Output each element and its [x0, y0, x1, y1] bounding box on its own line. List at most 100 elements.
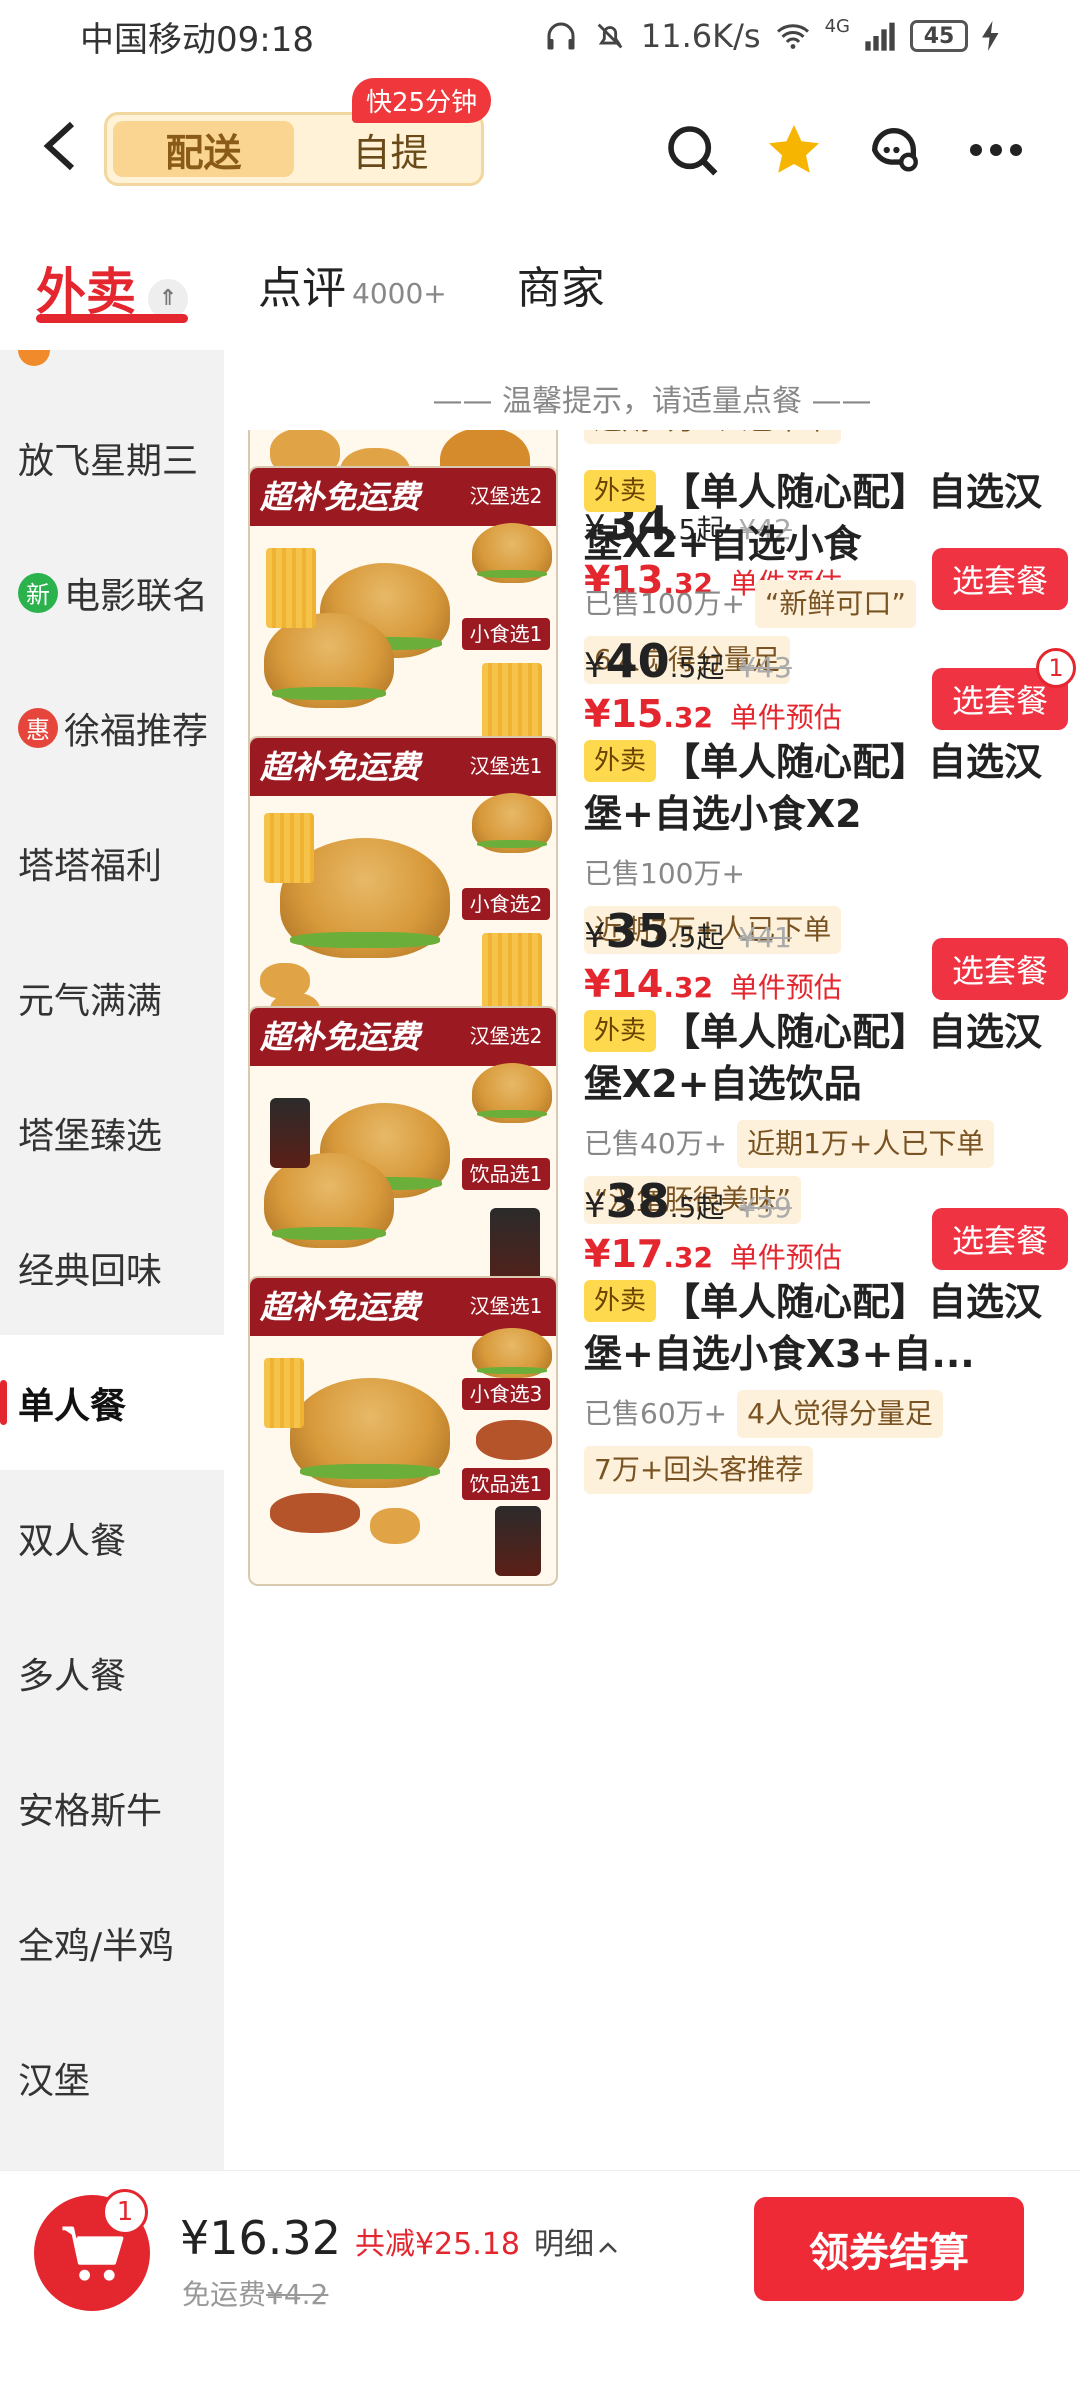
est-label: 单件预估 — [729, 971, 842, 1004]
sold-count: 已售40万+ — [584, 1127, 728, 1160]
sidebar-item-energy[interactable]: 元气满满 — [0, 930, 224, 1065]
select-set-button[interactable]: 选套餐 — [932, 1208, 1068, 1270]
sidebar-item-classic[interactable]: 经典回味 — [0, 1200, 224, 1335]
more-dots-icon — [970, 144, 1022, 156]
wings-shape — [270, 1493, 360, 1533]
product-image[interactable]: 超补免运费 汉堡选2 饮品选1 — [248, 1006, 558, 1316]
sidebar-item-label: 经典回味 — [18, 1250, 163, 1292]
sidebar-item-label: 塔堡臻选 — [18, 1115, 163, 1157]
product-tag: 近期1万+人已下单 — [737, 1120, 995, 1168]
chevron-up-icon — [599, 2242, 617, 2253]
carrier-time: 中国移动09:18 — [80, 19, 314, 60]
sidebar-item-wednesday[interactable]: 放飞星期三 — [0, 390, 224, 525]
sidebar-item-angus[interactable]: 安格斯牛 — [0, 1740, 224, 1875]
sidebar-item-group-meal[interactable]: 多人餐 — [0, 1605, 224, 1740]
collapse-up-icon[interactable]: ⇑ — [148, 278, 188, 319]
est-decimal: .32 — [663, 1241, 713, 1274]
sidebar-item-label: 汉堡 — [18, 2060, 91, 2102]
sidebar-item-label: 元气满满 — [18, 980, 163, 1022]
delivery-mode-toggle[interactable]: 配送 自提 — [104, 112, 484, 186]
sidebar-item-label: 双人餐 — [18, 1520, 127, 1562]
fries-shape — [264, 1358, 304, 1428]
product-title: 外卖 【单人随心配】自选汉堡X2+自选饮品 — [584, 1006, 1068, 1110]
wifi-icon — [776, 24, 809, 49]
option-label: 小食选3 — [462, 1378, 550, 1410]
est-yen: ¥ — [584, 692, 611, 736]
net-speed: 11.6K/s — [640, 17, 761, 55]
price-int: 35 — [605, 904, 670, 958]
sold-count: 已售60万+ — [584, 1397, 728, 1430]
drink-shape — [270, 1098, 310, 1168]
more-button[interactable] — [964, 118, 1028, 182]
product-image[interactable]: 超补免运费 汉堡选1 小食选3 饮品选1 — [248, 1276, 558, 1586]
option-label: 饮品选1 — [462, 1468, 550, 1500]
sidebar-item-welfare[interactable]: 塔塔福利 — [0, 795, 224, 930]
option-label: 小食选1 — [462, 618, 550, 650]
sidebar-item-burger[interactable]: 汉堡 — [0, 2010, 224, 2145]
price-row: ¥40.5起 ¥43 — [584, 634, 792, 688]
sidebar-item-recommend[interactable]: 惠徐福推荐 — [0, 660, 224, 795]
price-dec: .5起 — [669, 921, 725, 954]
cart-bar: 1 ¥16.32 共减¥25.18 明细 免运费¥4.2 领券结算 — [0, 2170, 1080, 2400]
sidebar-item-whole-chicken[interactable]: 全鸡/半鸡 — [0, 1875, 224, 2010]
customer-service-button[interactable] — [862, 118, 926, 182]
product-title: 外卖 【单人随心配】自选汉堡+自选小食X3+自... — [584, 1276, 1068, 1380]
mode-delivery[interactable]: 配送 — [113, 121, 294, 177]
total-discount: 共减¥25.18 — [354, 2227, 520, 2262]
store-tabs: 外卖 ⇑ 点评 4000+ 商家 — [0, 230, 1080, 340]
tab-label: 商家 — [516, 263, 605, 314]
sidebar-item-label: 安格斯牛 — [18, 1790, 163, 1832]
est-decimal: .32 — [663, 701, 713, 734]
fries-shape — [266, 548, 316, 628]
drink-shape — [495, 1506, 541, 1576]
detail-link[interactable]: 明细 — [534, 2219, 594, 2263]
sidebar-item-movie[interactable]: 新电影联名 — [0, 525, 224, 660]
signal-icon — [865, 22, 895, 51]
back-button[interactable] — [30, 116, 90, 176]
select-set-button[interactable]: 选套餐 — [932, 938, 1068, 1000]
free-delivery-note: 免运费¥4.2 — [182, 2273, 328, 2313]
est-decimal: .32 — [663, 971, 713, 1004]
sidebar-item-partial[interactable] — [0, 350, 224, 390]
search-button[interactable] — [660, 118, 724, 182]
option-label: 汉堡选1 — [462, 1290, 550, 1322]
price-row: ¥35.5起 ¥41 — [584, 904, 792, 958]
checkout-button[interactable]: 领券结算 — [754, 2197, 1024, 2301]
review-count: 4000+ — [352, 277, 447, 310]
product-card[interactable]: 超补免运费 汉堡选1 小食选3 饮品选1 外卖 【单人随心配】自选汉堡+自选小食X… — [248, 1276, 1068, 1676]
price-yen: ¥ — [584, 916, 606, 956]
tab-reviews[interactable]: 点评 4000+ — [258, 230, 447, 330]
sidebar-item-label: 塔塔福利 — [18, 845, 163, 887]
sidebar-item-single-meal[interactable]: 单人餐 — [0, 1335, 224, 1470]
takeout-tag: 外卖 — [584, 1279, 657, 1322]
sidebar-item-double-meal[interactable]: 双人餐 — [0, 1470, 224, 1605]
tab-takeout[interactable]: 外卖 ⇑ — [36, 230, 188, 330]
estimate-row: ¥15.32 单件预估 — [584, 692, 842, 736]
price-int: 38 — [605, 1174, 670, 1228]
favorite-button[interactable] — [762, 118, 826, 182]
discount-badge-icon: 惠 — [18, 707, 58, 748]
takeout-tag: 外卖 — [584, 1009, 657, 1052]
sidebar-item-selection[interactable]: 塔堡臻选 — [0, 1065, 224, 1200]
tip-text: —— 温馨提示，请适量点餐 —— — [224, 350, 1080, 430]
burger-shape — [472, 523, 552, 583]
est-yen: ¥ — [584, 962, 611, 1006]
mode-pickup[interactable]: 自提 — [300, 115, 481, 183]
burger-shape — [472, 793, 552, 853]
cart-total[interactable]: ¥16.32 共减¥25.18 明细 — [180, 2211, 618, 2265]
est-yen: ¥ — [584, 1232, 611, 1276]
header: 配送 自提 快25分钟 — [0, 78, 1080, 210]
est-amount: 14 — [610, 962, 664, 1006]
sold-count: 已售100万+ — [584, 857, 745, 890]
tab-merchant[interactable]: 商家 — [517, 230, 605, 330]
freeship-original: ¥4.2 — [266, 2278, 329, 2311]
sidebar-item-label: 电影联名 — [64, 575, 209, 617]
nugget-shape — [370, 1508, 420, 1544]
product-list: 近期2万+人已下单 ¥34.5起¥42 ¥13.32 单件预估 选套餐 —— 温… — [224, 350, 1080, 2170]
option-label: 汉堡选1 — [462, 750, 550, 782]
product-image[interactable]: 超补免运费 汉堡选1 小食选2 — [248, 736, 558, 1046]
wings-shape — [476, 1420, 552, 1460]
takeout-tag: 外卖 — [584, 469, 657, 512]
product-image[interactable]: 超补免运费 汉堡选2 小食选1 — [248, 466, 558, 776]
estimate-row: ¥17.32 单件预估 — [584, 1232, 842, 1276]
